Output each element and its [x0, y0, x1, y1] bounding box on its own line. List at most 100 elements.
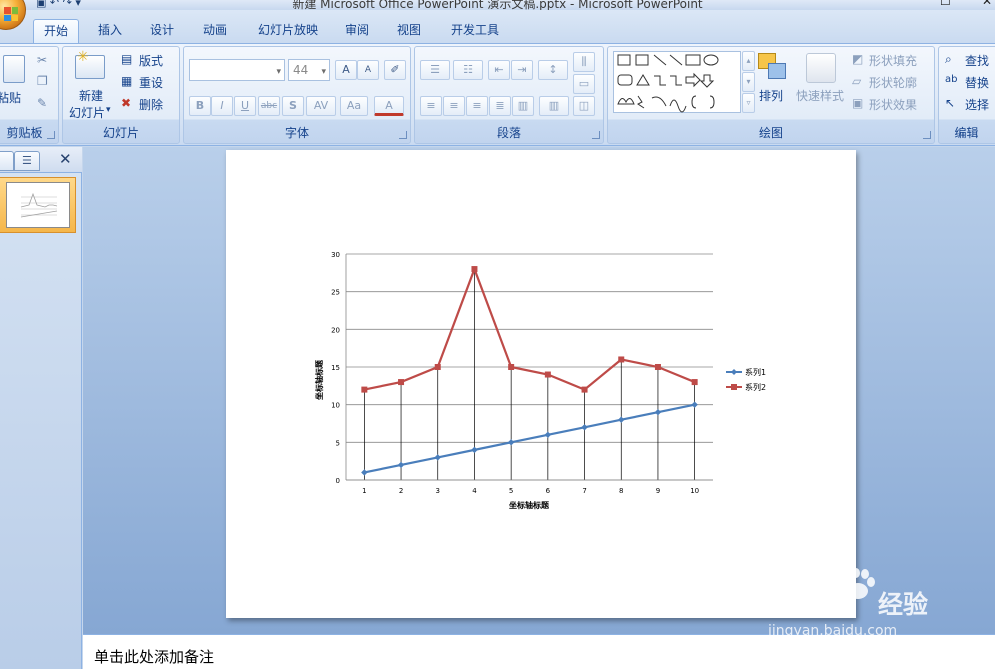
chart-legend: 系列1 系列2: [726, 367, 766, 392]
align-right-icon[interactable]: ≡: [466, 96, 488, 116]
slide-canvas[interactable]: 0 5 10 15 20 25 30 1 2 3 4 5 6 7 8 9 10 坐标轴标题 坐标轴标题 系列1…: [226, 150, 856, 618]
text-direction-icon[interactable]: ⫼: [573, 52, 595, 72]
outline-tab[interactable]: ☰: [14, 151, 40, 171]
shapes-gallery[interactable]: [613, 51, 741, 113]
italic-button[interactable]: I: [211, 96, 233, 116]
chart-drop-lines: [364, 269, 695, 480]
series-1-point-6: [544, 431, 552, 438]
char-spacing-button[interactable]: AV: [306, 96, 336, 116]
cut-icon[interactable]: ✂: [37, 53, 47, 67]
slide-thumbnail-selected[interactable]: [0, 177, 76, 233]
underline-button[interactable]: U: [234, 96, 256, 116]
series-2-point-10: [691, 379, 698, 386]
change-case-button[interactable]: Aa: [340, 96, 368, 116]
tab-review[interactable]: 审阅: [335, 19, 379, 43]
series-1-point-4: [471, 446, 478, 454]
shapes-gallery-icons: [617, 54, 719, 113]
bullets-icon[interactable]: ☰: [420, 60, 450, 80]
series-line-1: [364, 403, 695, 474]
new-slide-dropdown-icon[interactable]: ▾: [106, 105, 111, 115]
tab-home[interactable]: 开始: [33, 19, 79, 43]
shape-fill-button[interactable]: 形状填充: [869, 52, 917, 69]
find-button[interactable]: 查找: [965, 52, 989, 69]
distribute-icon[interactable]: ▥: [512, 96, 534, 116]
font-launcher-icon[interactable]: [399, 131, 407, 139]
tab-insert[interactable]: 插入: [88, 19, 132, 43]
font-color-button[interactable]: A: [374, 96, 404, 116]
line-spacing-icon[interactable]: ↕: [538, 60, 568, 80]
maximize-icon[interactable]: ☐: [940, 0, 951, 8]
notes-placeholder[interactable]: 单击此处添加备注: [94, 646, 214, 667]
clipboard-launcher-icon[interactable]: [47, 131, 55, 139]
series-2-point-7: [581, 386, 588, 393]
columns-icon[interactable]: ▥: [539, 96, 569, 116]
clear-formatting-icon[interactable]: ✐: [384, 60, 406, 80]
shape-effects-button[interactable]: 形状效果: [869, 96, 917, 113]
grow-font-button[interactable]: A: [335, 60, 357, 80]
group-title-font: 字体: [284, 126, 309, 140]
paw-icon: [844, 568, 875, 599]
shrink-font-button[interactable]: A: [357, 60, 379, 80]
tab-animation[interactable]: 动画: [193, 19, 237, 43]
new-slide-label-1[interactable]: 新建: [79, 87, 103, 104]
justify-icon[interactable]: ≣: [489, 96, 511, 116]
align-left-icon[interactable]: ≡: [420, 96, 442, 116]
window-title: 新建 Microsoft Office PowerPoint 演示文稿.pptx…: [292, 0, 703, 10]
numbering-icon[interactable]: ☷: [453, 60, 483, 80]
new-slide-button[interactable]: 幻灯片: [69, 104, 105, 121]
close-pane-icon[interactable]: ✕: [59, 150, 72, 168]
y-tick-30: 30: [331, 251, 340, 259]
align-center-icon[interactable]: ≡: [443, 96, 465, 116]
tab-developer[interactable]: 开发工具: [442, 19, 508, 43]
tab-slideshow[interactable]: 幻灯片放映: [250, 19, 326, 43]
tab-design[interactable]: 设计: [140, 19, 184, 43]
y-tick-5: 5: [336, 439, 340, 447]
increase-indent-icon[interactable]: ⇥: [511, 60, 533, 80]
reset-button[interactable]: 重设: [139, 74, 163, 91]
gallery-down-icon[interactable]: ▾: [742, 72, 755, 92]
quick-styles-button[interactable]: 快速样式: [796, 87, 844, 104]
format-painter-icon[interactable]: ✎: [37, 96, 47, 110]
group-clipboard: 粘贴 ✂ ❐ ✎ 剪贴板: [0, 46, 59, 144]
close-icon[interactable]: ✕: [982, 0, 992, 8]
gallery-more-icon[interactable]: ▿: [742, 93, 755, 113]
font-name-combo[interactable]: ▾: [189, 59, 285, 81]
paste-button[interactable]: 粘贴: [0, 89, 21, 106]
legend-marker-1: [731, 369, 737, 375]
replace-button[interactable]: 替换: [965, 74, 989, 91]
line-chart[interactable]: 0 5 10 15 20 25 30 1 2 3 4 5 6 7 8 9 10 坐标轴标题 坐标轴标题 系列1…: [226, 150, 856, 618]
copy-icon[interactable]: ❐: [37, 74, 48, 88]
x-tick-1: 1: [362, 487, 366, 495]
bold-button[interactable]: B: [189, 96, 211, 116]
y-tick-15: 15: [331, 364, 340, 372]
y-axis-title[interactable]: 坐标轴标题: [314, 359, 324, 400]
slides-tab[interactable]: [0, 151, 14, 171]
arrange-button[interactable]: 排列: [759, 87, 783, 104]
group-font: ▾ 44 ▾ A A ✐ B I U abc S AV Aa A 字体: [183, 46, 411, 144]
series-1-point-3: [434, 454, 441, 461]
group-title-drawing: 绘图: [758, 126, 783, 140]
baidu-watermark: Bai 经验 jingyan.baidu.com: [760, 565, 960, 645]
decrease-indent-icon[interactable]: ⇤: [488, 60, 510, 80]
delete-button[interactable]: 删除: [139, 96, 163, 113]
shadow-button[interactable]: S: [282, 96, 304, 116]
y-tick-20: 20: [331, 326, 340, 334]
x-tick-6: 6: [546, 487, 551, 495]
series-1-point-10: [691, 401, 698, 408]
layout-icon: ▤: [121, 52, 133, 66]
font-size-combo[interactable]: 44 ▾: [288, 59, 330, 81]
paragraph-launcher-icon[interactable]: [592, 131, 600, 139]
smartart-icon[interactable]: ◫: [573, 96, 595, 116]
group-drawing: ▴ ▾ ▿ 排列 快速样式 ◩ 形状填充 ▱ 形状轮廓 ▣ 形状效果 绘图: [607, 46, 935, 144]
gallery-up-icon[interactable]: ▴: [742, 51, 755, 71]
strikethrough-button[interactable]: abc: [258, 96, 280, 116]
tab-view[interactable]: 视图: [387, 19, 431, 43]
x-axis-title[interactable]: 坐标轴标题: [509, 500, 550, 510]
shape-outline-button[interactable]: 形状轮廓: [869, 74, 917, 91]
layout-button[interactable]: 版式: [139, 52, 163, 69]
drawing-launcher-icon[interactable]: [923, 131, 931, 139]
align-text-icon[interactable]: ▭: [573, 74, 595, 94]
shape-fill-icon: ◩: [852, 52, 864, 66]
slide-editing-area: 0 5 10 15 20 25 30 1 2 3 4 5 6 7 8 9 10 坐标轴标题 坐标轴标题 系列1…: [83, 147, 995, 634]
select-button[interactable]: 选择: [965, 96, 989, 113]
